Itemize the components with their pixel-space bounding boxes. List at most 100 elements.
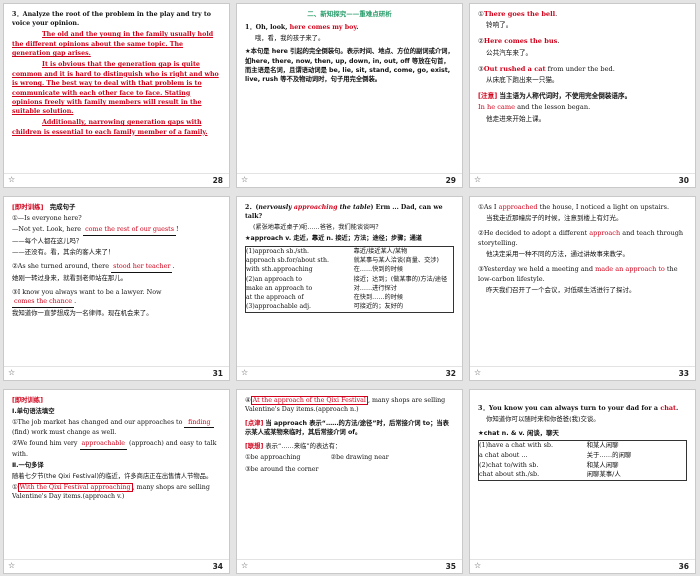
sentence-translation: (紧张地靠近桌子)呃……爸爸，我们能谈谈吗？ (253, 224, 382, 232)
text-span: [注意] (478, 91, 498, 100)
example-3: ③Out rushed a cat from under the bed. (478, 65, 687, 75)
text-span: stood her teacher (111, 262, 173, 273)
text-span: 在快到……的时候 (353, 294, 404, 302)
text-span: chat about sth./sb. (479, 470, 540, 479)
table-row: make an approach to 对……进行探讨 (246, 284, 453, 293)
text-span: . (74, 297, 77, 306)
example-2-cn: 他决定采用一种不同的方法，通过讲故事来教学。 (486, 250, 629, 258)
page-number: 36 (678, 562, 689, 571)
part-2-title: Ⅱ.一句多译 (12, 461, 44, 469)
text-span: made an approach to (595, 264, 665, 273)
page-number: 28 (212, 176, 223, 185)
q4: ④ At the approach of the Qixi Festival, m… (245, 396, 454, 415)
text-span: ③Yesterday we held a meeting and (478, 264, 596, 273)
text-span: 可接近的；友好的 (353, 303, 404, 311)
text-span: the house, I noticed a light on upstairs… (537, 203, 670, 211)
text-span: 在……快到的时候 (353, 266, 404, 274)
q1-cn-1: ——每个人都在这儿吗？ (12, 237, 83, 246)
text-span: 靠近/接近某人/某物 (353, 247, 408, 255)
star-icon[interactable]: ☆ (241, 561, 248, 570)
text-span: 表示“……来临”的表达有： (265, 442, 342, 450)
example-1-cn: 当我走近那幢房子的时候，注意到楼上有灯光。 (486, 214, 623, 223)
slide-31: [即时训练] 完成句子 ①—Is everyone here? —Not yet… (3, 196, 230, 381)
q2-cn: 她刚一转过身来，就看到老师站在那儿。 (12, 274, 128, 283)
page-number: 34 (212, 562, 223, 571)
part-1-title: Ⅰ.单句语法填空 (12, 407, 55, 415)
star-icon[interactable]: ☆ (241, 175, 248, 184)
slide-30: ①There goes the bell. 铃响了。 ②Here comes t… (469, 3, 696, 188)
answer-line-1: The old and the young in the family usua… (12, 31, 214, 58)
star-icon[interactable]: ☆ (474, 561, 481, 570)
text-span: come the rest of our guests (83, 225, 177, 236)
text-span: 对……进行探讨 (353, 284, 397, 292)
note-example-cn: 他走进来开始上课。 (486, 114, 546, 123)
sentence-translation: 哦，看，我的孩子来了。 (255, 34, 325, 42)
text-span: ③I know you always want to be a lawyer. … (12, 287, 162, 296)
slide-32: 2．(nervously approaching the table) Erm … (236, 196, 463, 381)
example-3: ③Yesterday we held a meeting and made an… (478, 265, 687, 285)
text-span: 关于……的闲聊 (586, 450, 632, 459)
slide-36: 3．You know you can always turn to your d… (469, 389, 696, 574)
example-1: ①There goes the bell. (478, 10, 687, 20)
page-number: 35 (445, 562, 456, 571)
text-span: ②He decided to adopt a different (478, 229, 590, 237)
q2: ②We found him very approachable (approac… (12, 439, 221, 459)
example-2-cn: 公共汽车来了。 (486, 48, 533, 57)
star-icon[interactable]: ☆ (8, 175, 15, 184)
slide-28: 3．Analyze the root of the problem in the… (3, 3, 230, 188)
text-span: 闲聊某事/人 (586, 470, 621, 479)
text-span: 当主语为人称代词时，不使用完全倒装语序。 (499, 91, 632, 100)
star-icon[interactable]: ☆ (474, 175, 481, 184)
text-span: approachable (79, 439, 127, 450)
section-title: 二、新知探究——重难点研析 (307, 10, 392, 18)
text-span: ②As she turned around, there (12, 262, 112, 271)
text-span: [联想] (245, 442, 264, 450)
slide-35: ④ At the approach of the Qixi Festival, m… (236, 389, 463, 574)
phrase-2: ②be drawing near (330, 454, 389, 462)
table-row: a chat about ... 关于……的闲聊 (479, 451, 686, 461)
cn-sentence: 随着七夕节(the Qixi Festival)的临近，许多商店正在出售情人节物… (12, 472, 213, 480)
star-icon[interactable]: ☆ (8, 561, 15, 570)
text-span: with sth.approaching (246, 266, 313, 274)
slide-footer: ☆ 29 (237, 173, 462, 187)
text-span: 和某人闲聊 (586, 460, 619, 469)
text-span: . (172, 262, 175, 271)
page-number: 31 (212, 369, 223, 378)
slide-footer: ☆ 33 (470, 366, 695, 380)
text-span: In he came (478, 103, 515, 112)
example-3-cn: 从床底下跑出来一只猫。 (486, 75, 559, 84)
sentence-item: 3．You know you can always turn to your d… (478, 404, 687, 414)
answer-line-3: Additionally, narrowing generation gaps … (12, 119, 208, 136)
slide-footer: ☆ 32 (237, 366, 462, 380)
text-span: chat (660, 404, 676, 412)
page-number: 32 (445, 369, 456, 378)
text-span: . (356, 23, 359, 31)
practice-tag: [即时训练] (12, 203, 44, 211)
star-icon[interactable]: ☆ (241, 368, 248, 377)
table-row: (2)chat to/with sb. 和某人闲聊 (479, 461, 686, 471)
sentence-item: 1．Oh, look, here comes my boy. (245, 23, 454, 32)
star-icon[interactable]: ☆ (8, 368, 15, 377)
text-span: and the lesson began. (514, 103, 591, 112)
text-span: . (557, 37, 560, 46)
page-number: 30 (678, 176, 689, 185)
q3: ① With the Qixi Festival approaching, man… (12, 482, 210, 500)
text-span: There goes the bell (483, 10, 556, 18)
text-span: approach (589, 229, 621, 237)
text-span: nervously (258, 204, 294, 211)
text-span: approached (498, 203, 538, 211)
slide-footer: ☆ 36 (470, 559, 695, 573)
slide-footer: ☆ 31 (4, 366, 229, 380)
text-span: the table (337, 204, 371, 211)
practice-title: 完成句子 (49, 203, 76, 211)
text-span: (find) work must change as well. (12, 429, 117, 437)
example-1-cn: 铃响了。 (486, 21, 513, 30)
slide-33: ①As I approached the house, I noticed a … (469, 196, 696, 381)
text-span: With the Qixi Festival approaching (17, 482, 133, 492)
table-row: chat about sth./sb. 闲聊某事/人 (479, 470, 686, 480)
sentence-item: 2．(nervously approaching the table) Erm … (245, 203, 454, 222)
star-icon[interactable]: ☆ (474, 368, 481, 377)
word-definition: ★approach v. 走近，靠近 n. 接近；方法；途径；步骤；通道 (245, 235, 422, 243)
word-definition: ★chat n. & v. 闲谈，聊天 (478, 428, 559, 437)
slide-29: 二、新知探究——重难点研析 1．Oh, look, here comes my … (236, 3, 463, 188)
